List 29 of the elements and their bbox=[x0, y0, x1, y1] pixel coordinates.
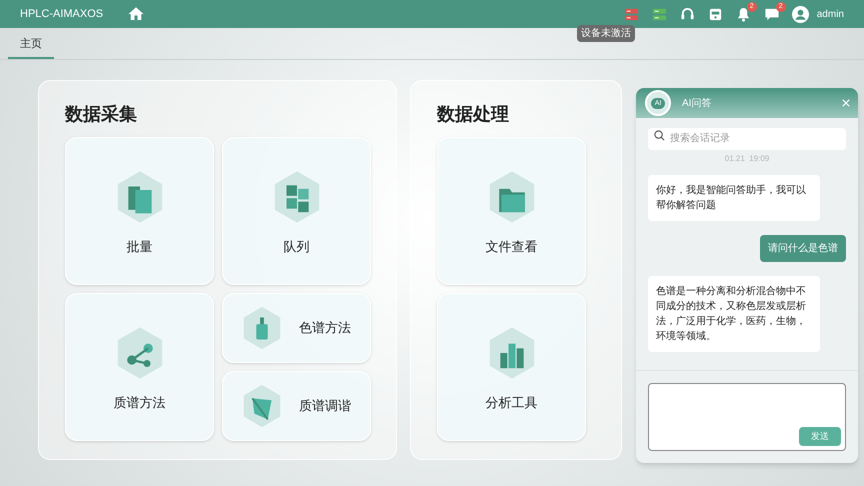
menu-card[interactable]: 质谱方法 bbox=[65, 293, 214, 441]
bell-icon[interactable] bbox=[736, 6, 751, 22]
search-icon bbox=[654, 130, 665, 141]
server-icon[interactable] bbox=[624, 6, 639, 22]
device-icon[interactable] bbox=[708, 6, 723, 22]
close-icon[interactable] bbox=[842, 99, 850, 107]
bot-message: 色谱是一种分离和分析混合物中不同成分的技术，又称色层发或层析法，广泛用于化学，医药，生物，环境等领域。 bbox=[648, 276, 820, 352]
tab[interactable]: 主页 bbox=[8, 36, 54, 59]
tooltip: 设备未激活 bbox=[577, 25, 635, 42]
bot-message: 你好，我是智能问答助手，我可以帮你解答问题 bbox=[648, 175, 820, 221]
section-title: 数据采集 bbox=[65, 103, 138, 126]
server-icon[interactable] bbox=[652, 6, 667, 22]
menu-card[interactable]: 色谱方法 bbox=[222, 293, 371, 363]
home-icon[interactable] bbox=[127, 5, 146, 23]
user-message: 请问什么是色谱 bbox=[760, 235, 846, 262]
menu-card[interactable]: 文件查看 bbox=[437, 137, 586, 285]
section-title: 数据处理 bbox=[437, 103, 510, 126]
chat-icon[interactable] bbox=[764, 6, 780, 22]
menu-card[interactable]: 队列 bbox=[222, 137, 371, 285]
menu-card[interactable]: 分析工具 bbox=[437, 293, 586, 441]
chat-title: AI问答 bbox=[682, 96, 712, 110]
avatar-icon[interactable] bbox=[792, 6, 809, 22]
app-title: HPLC-AIMAXOS bbox=[20, 6, 104, 22]
timestamp: 01.21 19:09 bbox=[724, 153, 770, 165]
menu-card[interactable]: 质谱调谐 bbox=[222, 371, 371, 441]
menu-card[interactable]: 批量 bbox=[65, 137, 214, 285]
headset-icon[interactable] bbox=[680, 6, 695, 22]
search-field[interactable]: 搜索会话记录 bbox=[648, 128, 846, 150]
user-name[interactable]: admin bbox=[816, 6, 844, 22]
